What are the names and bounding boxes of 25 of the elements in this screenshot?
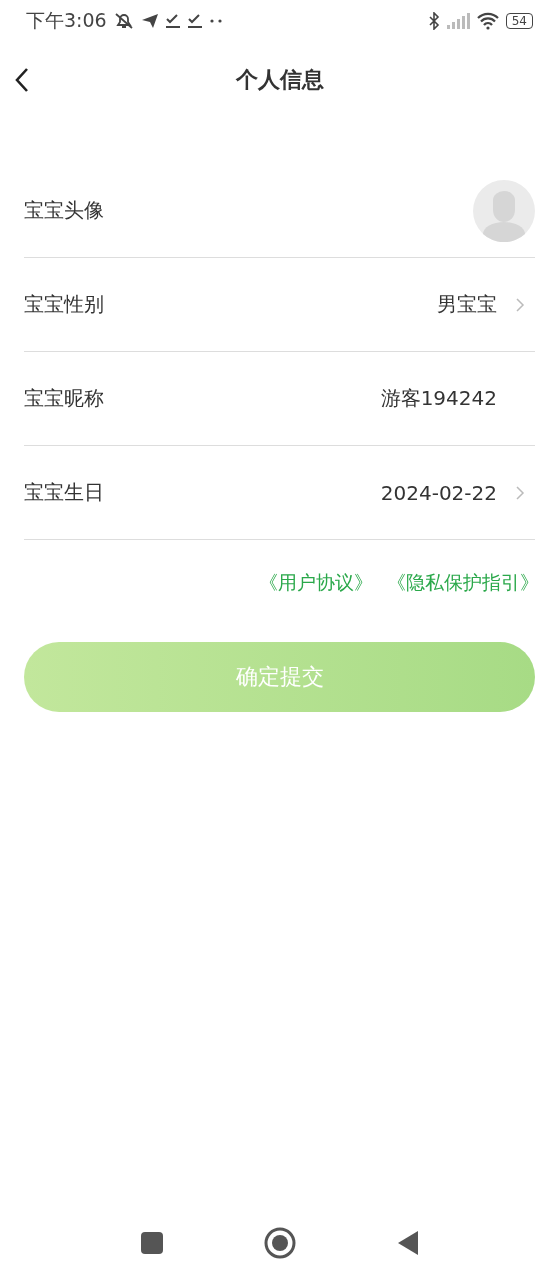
wifi-icon bbox=[475, 12, 500, 30]
bluetooth-icon bbox=[427, 12, 440, 30]
row-value: 2024-02-22 bbox=[380, 480, 497, 505]
check-icon bbox=[186, 13, 203, 29]
settings-row[interactable]: 宝宝头像 bbox=[24, 164, 535, 258]
row-value: 男宝宝 bbox=[437, 291, 497, 318]
home-icon[interactable] bbox=[263, 1227, 296, 1259]
settings-row[interactable]: 宝宝昵称 游客194242 bbox=[24, 352, 535, 446]
avatar-icon bbox=[473, 179, 535, 242]
page-title: 个人信息 bbox=[235, 66, 324, 94]
status-time: 下午3:06 bbox=[26, 8, 107, 33]
battery-indicator: 54 bbox=[505, 13, 533, 29]
send-icon bbox=[140, 13, 159, 29]
row-label: 宝宝性别 bbox=[24, 291, 105, 318]
row-label: 宝宝头像 bbox=[24, 197, 105, 224]
back-icon[interactable] bbox=[14, 67, 30, 93]
settings-row[interactable]: 宝宝生日 2024-02-22 bbox=[24, 446, 535, 540]
check-icon bbox=[164, 13, 181, 29]
recents-icon[interactable] bbox=[139, 1231, 164, 1255]
signal-icon bbox=[445, 13, 470, 29]
settings-row[interactable]: 宝宝性别 男宝宝 bbox=[24, 258, 535, 352]
row-label: 宝宝昵称 bbox=[24, 385, 105, 412]
dots-icon bbox=[208, 18, 223, 24]
row-label: 宝宝生日 bbox=[24, 479, 105, 506]
row-value: 游客194242 bbox=[380, 385, 497, 412]
